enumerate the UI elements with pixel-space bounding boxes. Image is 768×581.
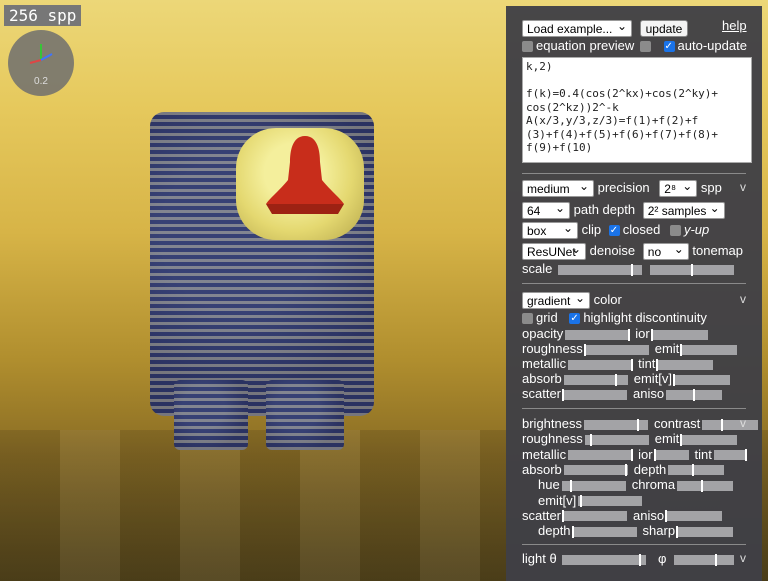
slider-label: aniso	[633, 386, 665, 401]
value-slider[interactable]	[680, 433, 738, 446]
precision-label: precision	[597, 180, 650, 195]
yup-label: y-up	[683, 222, 710, 237]
denoise-label: denoise	[589, 243, 636, 258]
denoise-select[interactable]: ResUNet	[522, 241, 586, 261]
value-slider[interactable]	[650, 328, 708, 341]
value-slider[interactable]	[676, 525, 734, 538]
clip-label: clip	[581, 222, 602, 237]
phi-label: φ	[657, 551, 667, 566]
light-theta-slider[interactable]	[562, 553, 647, 566]
value-slider[interactable]	[668, 464, 725, 477]
clip-select[interactable]: box	[522, 220, 578, 240]
tonemap-select[interactable]: no	[642, 241, 689, 261]
closed-checkbox[interactable]	[608, 222, 620, 240]
value-slider[interactable]	[562, 510, 628, 523]
color-label: color	[593, 292, 622, 307]
value-slider[interactable]	[673, 373, 731, 386]
example-select[interactable]: Load example...	[522, 18, 632, 38]
value-slider[interactable]	[578, 495, 643, 508]
gizmo-scale-value: 0.2	[34, 76, 48, 87]
value-slider[interactable]	[677, 479, 734, 492]
collapse-light-icon[interactable]: v	[740, 551, 746, 565]
slider-row: depth sharp	[522, 522, 734, 540]
grid-checkbox[interactable]	[522, 313, 533, 325]
path-depth-select[interactable]: 64	[522, 200, 570, 220]
value-slider[interactable]	[653, 449, 689, 462]
divider	[522, 544, 746, 545]
value-slider[interactable]	[561, 479, 626, 492]
help-link[interactable]: help	[722, 18, 747, 33]
slider-row: scatter aniso	[522, 385, 723, 403]
auto-update-label: auto-update	[677, 38, 747, 53]
collapse-material-icon[interactable]: v	[740, 292, 746, 306]
value-slider[interactable]	[563, 373, 628, 386]
value-slider[interactable]	[563, 464, 628, 477]
value-slider[interactable]	[583, 343, 649, 356]
color-mode-select[interactable]: gradient	[522, 290, 590, 310]
scale-slider-2[interactable]	[649, 263, 734, 276]
divider	[522, 173, 746, 174]
value-slider[interactable]	[680, 343, 738, 356]
divider	[522, 283, 746, 284]
light-phi-slider[interactable]	[674, 553, 735, 566]
axis-gizmo[interactable]: 0.2	[8, 30, 74, 96]
value-slider[interactable]	[568, 358, 634, 371]
divider	[522, 408, 746, 409]
equation-editor[interactable]: k,2) f(k)=0.4(cos(2^kx)+cos(2^ky)+ cos(2…	[522, 57, 752, 163]
value-slider[interactable]	[562, 388, 628, 401]
collapse-appearance-icon[interactable]: v	[740, 416, 746, 430]
control-panel: Load example... update help equation pre…	[506, 6, 762, 581]
precision-select[interactable]: medium	[522, 178, 594, 198]
scale-label: scale	[522, 261, 553, 276]
value-slider[interactable]	[702, 418, 759, 431]
value-slider[interactable]	[571, 525, 637, 538]
slider-label: sharp	[642, 523, 676, 539]
samples-select[interactable]: 2² samples	[642, 200, 725, 220]
collapse-render-icon[interactable]: v	[740, 180, 746, 194]
yup-checkbox[interactable]	[669, 225, 681, 237]
value-slider[interactable]	[665, 510, 723, 523]
value-slider[interactable]	[584, 433, 649, 446]
spp-select[interactable]: 2⁸	[659, 178, 698, 198]
highlight-discontinuity-checkbox[interactable]	[569, 310, 581, 328]
extra-checkbox[interactable]	[639, 41, 651, 53]
scale-slider-1[interactable]	[557, 263, 642, 276]
value-slider[interactable]	[583, 418, 648, 431]
value-slider[interactable]	[568, 449, 634, 462]
auto-update-checkbox[interactable]	[663, 38, 675, 56]
slider-label: scatter	[522, 386, 562, 401]
grid-label: grid	[536, 310, 558, 325]
equation-preview-checkbox[interactable]	[522, 41, 533, 53]
spp-label: spp	[700, 180, 722, 195]
value-slider[interactable]	[565, 328, 631, 341]
light-theta-label: light θ	[522, 551, 557, 566]
update-button[interactable]: update	[639, 20, 689, 38]
spp-counter: 256 spp	[4, 5, 82, 26]
tonemap-label: tonemap	[692, 243, 744, 258]
value-slider[interactable]	[666, 388, 723, 401]
slider-label: depth	[538, 523, 571, 539]
value-slider[interactable]	[656, 358, 714, 371]
path-depth-label: path depth	[573, 202, 636, 217]
value-slider[interactable]	[713, 449, 747, 462]
equation-preview-label: equation preview	[536, 38, 635, 53]
closed-label: closed	[622, 222, 661, 237]
highlight-discontinuity-label: highlight discontinuity	[583, 310, 707, 325]
